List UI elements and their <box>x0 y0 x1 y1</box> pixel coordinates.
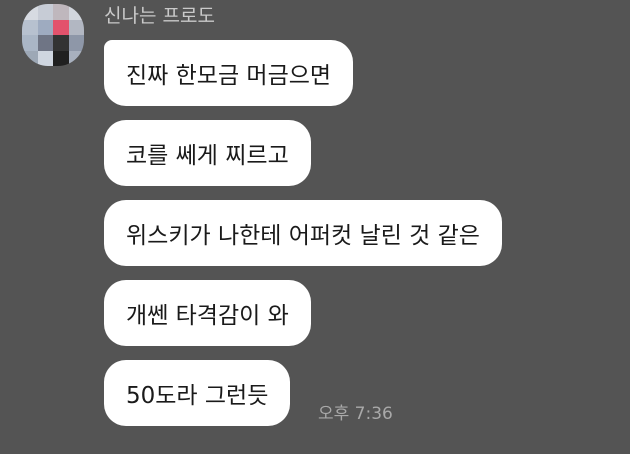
sender-avatar-icon[interactable] <box>22 4 84 66</box>
message-bubble[interactable]: 50도라 그런듯 <box>104 360 291 426</box>
message-bubble[interactable]: 위스키가 나한테 어퍼컷 날린 것 같은 <box>104 200 502 266</box>
message-text: 위스키가 나한테 어퍼컷 날린 것 같은 <box>126 223 480 249</box>
message-text: 코를 쎄게 찌르고 <box>126 143 289 169</box>
message-text: 진짜 한모금 머금으면 <box>126 63 332 89</box>
message-text: 50도라 그런듯 <box>126 383 269 409</box>
message-bubble[interactable]: 진짜 한모금 머금으면 <box>104 40 354 106</box>
message-bubble[interactable]: 개쎈 타격감이 와 <box>104 280 311 346</box>
message-timestamp: 오후 7:36 <box>318 404 393 424</box>
sender-name: 신나는 프로도 <box>104 5 215 27</box>
message-bubble[interactable]: 코를 쎄게 찌르고 <box>104 120 311 186</box>
message-text: 개쎈 타격감이 와 <box>126 303 289 329</box>
